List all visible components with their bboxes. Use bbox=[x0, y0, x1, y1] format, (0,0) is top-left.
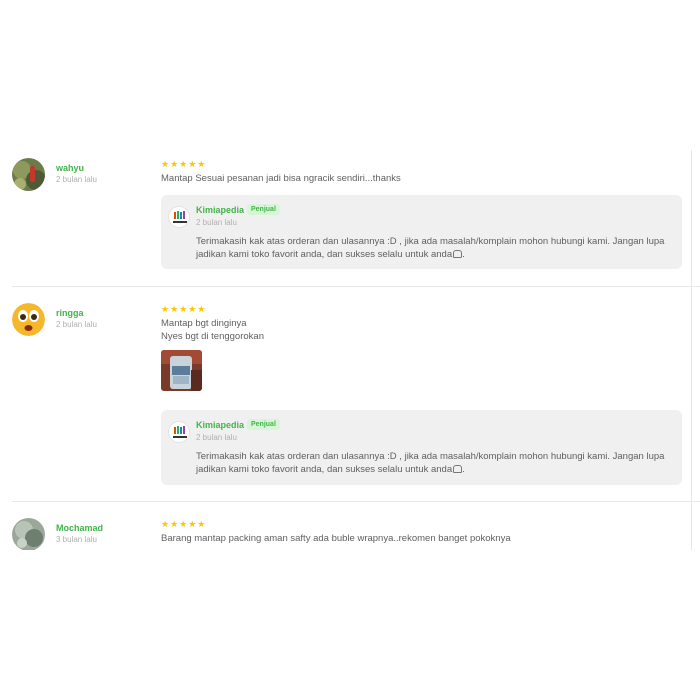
avatar[interactable] bbox=[12, 303, 45, 336]
shop-logo-icon bbox=[168, 206, 190, 228]
reply-text: Terimakasih kak atas orderan dan ulasann… bbox=[196, 236, 665, 260]
review-photo[interactable] bbox=[161, 350, 202, 391]
review-text: Nyes bgt di tenggorokan bbox=[161, 331, 264, 342]
scroll-edge bbox=[691, 150, 692, 550]
review-time: 2 bulan lalu bbox=[56, 320, 97, 329]
seller-reply: Kimiapedia Penjual 2 bulan lalu Terimaka… bbox=[161, 410, 682, 485]
star-icon: ★★★★★ bbox=[161, 159, 207, 169]
emoji-icon bbox=[453, 465, 463, 473]
shop-name[interactable]: Kimiapedia bbox=[196, 420, 244, 430]
review-time: 2 bulan lalu bbox=[56, 175, 97, 184]
review-text: Mantap Sesuai pesanan jadi bisa ngracik … bbox=[161, 173, 401, 184]
shop-name[interactable]: Kimiapedia bbox=[196, 205, 244, 215]
divider bbox=[12, 286, 700, 287]
seller-badge: Penjual bbox=[247, 204, 280, 215]
seller-badge: Penjual bbox=[247, 419, 280, 430]
review-list: wahyu 2 bulan lalu ★★★★★ Mantap Sesuai p… bbox=[0, 150, 700, 550]
shop-logo-icon bbox=[168, 421, 190, 443]
reply-text: Terimakasih kak atas orderan dan ulasann… bbox=[196, 451, 665, 475]
review-time: 3 bulan lalu bbox=[56, 535, 97, 544]
divider bbox=[12, 501, 700, 502]
reviewer-name[interactable]: wahyu bbox=[56, 163, 84, 173]
review-text: Mantap bgt dinginya bbox=[161, 318, 247, 329]
avatar[interactable] bbox=[12, 518, 45, 550]
reply-time: 2 bulan lalu bbox=[196, 218, 237, 227]
reviewer-name[interactable]: Mochamad bbox=[56, 523, 103, 533]
star-icon: ★★★★★ bbox=[161, 519, 207, 529]
avatar[interactable] bbox=[12, 158, 45, 191]
reviewer-name[interactable]: ringga bbox=[56, 308, 84, 318]
emoji-icon bbox=[453, 250, 463, 258]
review-text: Barang mantap packing aman safty ada bub… bbox=[161, 533, 511, 544]
reply-time: 2 bulan lalu bbox=[196, 433, 237, 442]
seller-reply: Kimiapedia Penjual 2 bulan lalu Terimaka… bbox=[161, 195, 682, 269]
star-icon: ★★★★★ bbox=[161, 304, 207, 314]
